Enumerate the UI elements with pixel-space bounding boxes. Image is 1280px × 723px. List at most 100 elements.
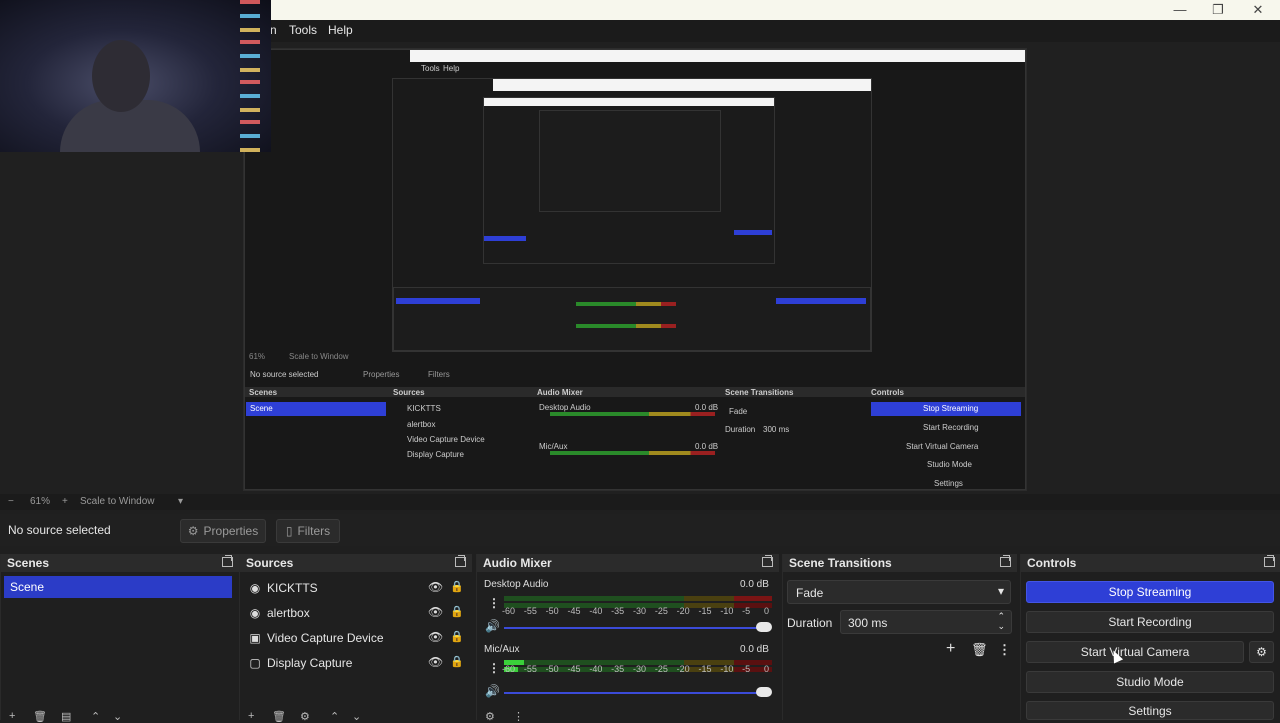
desktop-audio-menu-icon[interactable]: ⋮ xyxy=(488,596,500,610)
scene-transitions-dock-header: Scene Transitions xyxy=(783,554,1017,572)
mic-aux-volume-slider[interactable] xyxy=(756,687,772,697)
menu-item-tools[interactable]: Tools xyxy=(289,23,317,37)
eye-icon[interactable]: 👁 xyxy=(428,655,443,669)
nested-settings: Settings xyxy=(934,479,963,488)
speaker-icon[interactable]: 🔊 xyxy=(485,619,500,633)
duration-spinbox[interactable]: 300 ms ⌃ ⌄ xyxy=(840,610,1012,634)
meter-tick-label: -35 xyxy=(611,664,625,674)
stop-streaming-button[interactable]: Stop Streaming xyxy=(1026,581,1274,603)
properties-button[interactable]: ⚙ Properties xyxy=(180,519,266,543)
remove-source-icon[interactable]: 🗑 xyxy=(272,710,286,723)
nested-duration-label: Duration xyxy=(725,425,756,434)
nested-transition: Fade xyxy=(729,407,748,416)
move-down-icon[interactable]: ⌄ xyxy=(113,710,122,723)
kebab-icon[interactable]: ⋮ xyxy=(998,642,1011,658)
advanced-audio-icon[interactable]: ⚙ xyxy=(485,710,495,723)
speaker-icon[interactable]: 🔊 xyxy=(485,684,500,698)
desktop-audio-db: 0.0 dB xyxy=(740,579,769,590)
chevron-down-icon[interactable]: ▾ xyxy=(178,496,183,507)
lock-icon[interactable]: 🔒 xyxy=(450,580,464,593)
virtual-camera-settings-button[interactable]: ⚙ xyxy=(1249,641,1274,663)
source-properties-icon[interactable]: ⚙ xyxy=(300,710,310,723)
close-icon[interactable]: ✕ xyxy=(1248,2,1268,18)
nested-duration-value: 300 ms xyxy=(763,425,790,434)
nested-mixer-2-name: Mic/Aux xyxy=(539,442,568,451)
minimize-icon[interactable]: — xyxy=(1170,2,1190,17)
undock-icon[interactable] xyxy=(455,555,466,567)
chevron-down-icon: ▾ xyxy=(997,584,1004,598)
source-row-video-capture[interactable]: ▣ Video Capture Device 👁 🔒 xyxy=(248,627,468,649)
menu-item-help[interactable]: Help xyxy=(328,23,353,37)
nested-scale-mode: Scale to Window xyxy=(289,352,349,361)
undock-icon[interactable] xyxy=(762,555,773,567)
undock-icon[interactable] xyxy=(222,555,233,567)
zoom-in-button[interactable]: + xyxy=(62,496,68,507)
webcam-person-head xyxy=(92,40,150,112)
undock-icon[interactable] xyxy=(1000,555,1011,567)
zoom-out-button[interactable]: − xyxy=(8,496,14,507)
scene-item[interactable]: Scene xyxy=(4,576,232,598)
desktop-audio-volume-slider[interactable] xyxy=(756,622,772,632)
scene-filter-icon[interactable]: ▤ xyxy=(61,710,71,723)
lock-icon[interactable]: 🔒 xyxy=(450,655,464,668)
desktop-audio-volume-track[interactable] xyxy=(504,627,766,629)
meter-tick-label: -55 xyxy=(523,664,537,674)
lock-icon[interactable]: 🔒 xyxy=(450,630,464,643)
start-recording-button[interactable]: Start Recording xyxy=(1026,611,1274,633)
eye-icon[interactable]: 👁 xyxy=(428,580,443,594)
desktop-audio-meter-green xyxy=(504,596,684,601)
meter-tick-label: -20 xyxy=(676,606,690,616)
gear-icon: ⚙ xyxy=(1256,645,1267,659)
move-up-icon[interactable]: ⌃ xyxy=(91,710,100,723)
meter-tick-label: -25 xyxy=(654,664,668,674)
add-transition-icon[interactable]: + xyxy=(946,640,955,658)
nested-zoom: 61% xyxy=(249,352,266,361)
duration-value: 300 ms xyxy=(848,616,888,630)
nested-dock-scenes: Scenes xyxy=(249,388,278,397)
mic-aux-ticks: -60 -55 -50 -45 -40 -35 -30 -25 -20 -15 -10 -5 0 xyxy=(502,664,774,676)
move-down-icon[interactable]: ⌄ xyxy=(352,710,361,723)
undock-icon[interactable] xyxy=(1264,555,1275,567)
meter-tick-label: -40 xyxy=(589,664,603,674)
start-virtual-camera-button[interactable]: Start Virtual Camera xyxy=(1026,641,1244,663)
mic-aux-menu-icon[interactable]: ⋮ xyxy=(488,661,500,675)
source-label: Video Capture Device xyxy=(267,631,384,645)
scale-mode-select[interactable]: Scale to Window xyxy=(80,496,154,507)
settings-button[interactable]: Settings xyxy=(1026,701,1274,720)
remove-scene-icon[interactable]: 🗑 xyxy=(33,710,47,723)
filters-button[interactable]: ▯ Filters xyxy=(276,519,340,543)
eye-icon[interactable]: 👁 xyxy=(428,630,443,644)
nested-source-2: alertbox xyxy=(407,420,436,429)
preview-canvas[interactable]: Tools Help 61% Scale to Window No source… xyxy=(243,48,1027,491)
audio-mixer-dock-header: Audio Mixer xyxy=(477,554,779,572)
source-row-kicktts[interactable]: ◉ KICKTTS 👁 🔒 xyxy=(248,577,468,599)
mic-aux-volume-track[interactable] xyxy=(504,692,766,694)
add-source-icon[interactable]: + xyxy=(248,710,254,722)
chevron-down-icon[interactable]: ⌄ xyxy=(997,621,1005,632)
menu-item-partial[interactable]: n xyxy=(270,23,277,37)
meter-tick-label: -60 xyxy=(502,606,516,616)
nested-menu-help: Help xyxy=(443,64,460,73)
move-up-icon[interactable]: ⌃ xyxy=(330,710,339,723)
nested-screen: Tools Help 61% Scale to Window No source… xyxy=(244,49,1026,490)
maximize-icon[interactable]: ❐ xyxy=(1208,2,1228,18)
studio-mode-button[interactable]: Studio Mode xyxy=(1026,671,1274,693)
transition-select[interactable]: Fade ▾ xyxy=(787,580,1011,604)
nested-meter-2a xyxy=(576,302,676,306)
nested-screen-2 xyxy=(392,78,872,352)
gear-icon: ⚙ xyxy=(187,524,199,538)
nested-meter-2b xyxy=(576,324,676,328)
add-scene-icon[interactable]: + xyxy=(9,710,15,722)
no-source-label: No source selected xyxy=(8,523,111,537)
source-row-alertbox[interactable]: ◉ alertbox 👁 🔒 xyxy=(248,602,468,624)
lock-icon[interactable]: 🔒 xyxy=(450,605,464,618)
eye-icon[interactable]: 👁 xyxy=(428,605,443,619)
nested-titlebar xyxy=(410,50,1025,62)
meter-tick-label: -5 xyxy=(742,606,751,616)
kebab-icon[interactable]: ⋮ xyxy=(513,710,524,723)
trash-icon[interactable]: 🗑 xyxy=(971,642,988,658)
nested-scene-label: Scene xyxy=(250,404,273,413)
webcam-overlay xyxy=(0,0,271,152)
source-row-display-capture[interactable]: ▢ Display Capture 👁 🔒 xyxy=(248,652,468,674)
sources-title: Sources xyxy=(246,556,294,570)
